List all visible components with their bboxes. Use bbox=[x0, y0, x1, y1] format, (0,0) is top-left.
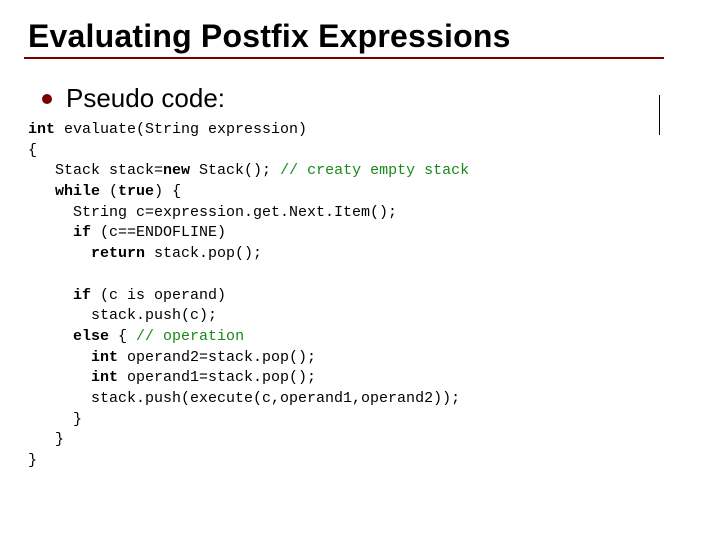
kw-new: new bbox=[163, 162, 190, 179]
slide: Evaluating Postfix Expressions Pseudo co… bbox=[0, 0, 720, 540]
kw-if: if bbox=[73, 224, 91, 241]
code-text: stack.pop(); bbox=[145, 245, 262, 262]
code-text: } bbox=[28, 411, 82, 428]
code-text: stack.push(c); bbox=[28, 307, 217, 324]
kw-int: int bbox=[28, 121, 55, 138]
code-text: operand2=stack.pop(); bbox=[118, 349, 316, 366]
code-text: evaluate(String expression) bbox=[55, 121, 307, 138]
kw-if: if bbox=[73, 287, 91, 304]
code-text bbox=[28, 349, 91, 366]
code-text: Stack(); bbox=[190, 162, 280, 179]
code-text: operand1=stack.pop(); bbox=[118, 369, 316, 386]
bullet-icon bbox=[42, 94, 52, 104]
code-text: Stack stack= bbox=[28, 162, 163, 179]
code-text: (c==ENDOFLINE) bbox=[91, 224, 226, 241]
code-text: (c is operand) bbox=[91, 287, 226, 304]
code-block: int evaluate(String expression) { Stack … bbox=[28, 120, 692, 472]
kw-return: return bbox=[91, 245, 145, 262]
comment: // creaty empty stack bbox=[280, 162, 469, 179]
code-text bbox=[28, 287, 73, 304]
kw-else: else bbox=[73, 328, 109, 345]
code-text: ( bbox=[100, 183, 118, 200]
code-text bbox=[28, 369, 91, 386]
slide-title: Evaluating Postfix Expressions bbox=[28, 18, 692, 55]
vertical-rule-decor bbox=[659, 95, 660, 135]
kw-int: int bbox=[91, 369, 118, 386]
title-underline bbox=[24, 57, 664, 59]
kw-int: int bbox=[91, 349, 118, 366]
code-text bbox=[28, 224, 73, 241]
comment: // operation bbox=[136, 328, 244, 345]
subhead-text: Pseudo code: bbox=[66, 83, 225, 114]
code-text bbox=[28, 183, 55, 200]
code-text: stack.push(execute(c,operand1,operand2))… bbox=[28, 390, 460, 407]
code-text: { bbox=[109, 328, 136, 345]
code-text bbox=[28, 245, 91, 262]
code-text: ) { bbox=[154, 183, 181, 200]
code-text bbox=[28, 328, 73, 345]
subhead-row: Pseudo code: bbox=[42, 83, 692, 114]
kw-true: true bbox=[118, 183, 154, 200]
code-text: } bbox=[28, 431, 64, 448]
code-text: String c=expression.get.Next.Item(); bbox=[28, 204, 397, 221]
code-text: } bbox=[28, 452, 37, 469]
code-text: { bbox=[28, 142, 37, 159]
kw-while: while bbox=[55, 183, 100, 200]
